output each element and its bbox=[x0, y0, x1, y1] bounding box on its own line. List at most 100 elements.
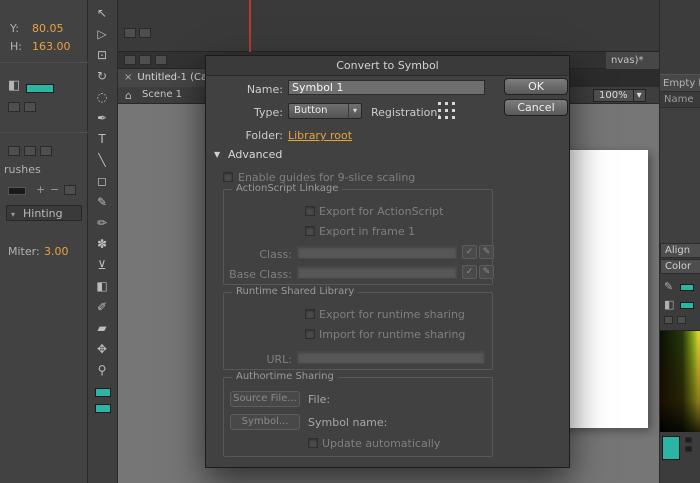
library-header: Empty libra bbox=[660, 74, 700, 92]
validate-base-class-button[interactable]: ✓ bbox=[462, 265, 477, 279]
close-icon[interactable]: × bbox=[124, 72, 132, 83]
paint-bucket-tool[interactable]: ◧ bbox=[88, 276, 116, 297]
edit-class-button[interactable]: ✎ bbox=[479, 245, 494, 259]
text-tool[interactable]: T bbox=[88, 129, 116, 150]
y-value[interactable]: 80.05 bbox=[32, 22, 64, 35]
chevron-down-icon: ▾ bbox=[11, 210, 15, 219]
zoom-tool[interactable]: ⚲ bbox=[88, 360, 116, 381]
source-file-button[interactable]: Source File... bbox=[230, 391, 300, 407]
hinting-label: Hinting bbox=[23, 207, 63, 220]
fill-color-swatch[interactable] bbox=[680, 302, 694, 309]
layer-icon[interactable] bbox=[139, 55, 151, 65]
trash-icon[interactable] bbox=[155, 55, 167, 65]
hinting-dropdown[interactable]: ▾ Hinting bbox=[6, 205, 82, 221]
divider bbox=[0, 62, 88, 63]
y-label: Y: bbox=[10, 22, 19, 35]
selection-tool[interactable]: ↖ bbox=[88, 3, 116, 24]
lasso-tool[interactable]: ◌ bbox=[88, 87, 116, 108]
add-brush-icon[interactable]: + bbox=[36, 183, 45, 196]
deco-tool[interactable]: ✽ bbox=[88, 234, 116, 255]
cancel-button[interactable]: Cancel bbox=[504, 99, 568, 116]
runtime-shared-library-title: Runtime Shared Library bbox=[232, 286, 358, 297]
update-automatically-checkbox[interactable] bbox=[308, 438, 318, 448]
advanced-toggle[interactable]: Advanced bbox=[228, 148, 282, 161]
export-runtime-sharing-label: Export for runtime sharing bbox=[319, 308, 465, 321]
bone-tool[interactable]: ⊻ bbox=[88, 255, 116, 276]
dialog-title[interactable]: Convert to Symbol bbox=[206, 56, 569, 76]
fill-bucket-icon[interactable]: ◧ bbox=[664, 298, 674, 311]
new-layer-icon[interactable] bbox=[124, 28, 136, 38]
document-tab-fragment[interactable]: nvas)* bbox=[606, 52, 659, 69]
swap-colors-icon[interactable] bbox=[677, 316, 686, 324]
stroke-color-swatch[interactable] bbox=[95, 388, 111, 397]
fill-color-swatch[interactable] bbox=[95, 404, 111, 413]
eyedropper-tool[interactable]: ✐ bbox=[88, 297, 116, 318]
import-runtime-sharing-label: Import for runtime sharing bbox=[319, 328, 465, 341]
validate-class-button[interactable]: ✓ bbox=[462, 245, 477, 259]
playhead-marker[interactable] bbox=[249, 0, 251, 52]
h-value[interactable]: 163.00 bbox=[32, 40, 71, 53]
import-runtime-sharing-checkbox[interactable] bbox=[305, 329, 315, 339]
stroke-color-swatch[interactable] bbox=[680, 284, 694, 291]
home-icon[interactable]: ⌂ bbox=[125, 89, 132, 102]
folder-icon[interactable] bbox=[124, 55, 136, 65]
application-window: Y: 80.05 H: 163.00 ◧ rushes + − ▾ Hintin… bbox=[0, 0, 700, 483]
swatch-option-icon-1[interactable] bbox=[685, 437, 692, 443]
style-option-icon-2[interactable] bbox=[24, 146, 36, 156]
tab-align-label: Align bbox=[665, 245, 690, 256]
url-field[interactable] bbox=[297, 351, 485, 364]
type-dropdown[interactable]: Button ▾ bbox=[288, 103, 362, 119]
swatch-option-icon-2[interactable] bbox=[685, 446, 692, 452]
scene-label[interactable]: Scene 1 bbox=[142, 89, 182, 100]
timeline-panel[interactable] bbox=[118, 0, 659, 52]
chevron-down-icon[interactable]: ▾ bbox=[634, 89, 646, 102]
object-drawing-icon[interactable] bbox=[8, 102, 20, 112]
rectangle-tool[interactable]: ◻ bbox=[88, 171, 116, 192]
export-in-frame1-label: Export in frame 1 bbox=[319, 225, 415, 238]
symbol-name-input[interactable] bbox=[288, 80, 485, 95]
subselection-tool[interactable]: ▷ bbox=[88, 24, 116, 45]
library-name-column[interactable]: Name bbox=[660, 92, 700, 108]
black-white-icon[interactable] bbox=[664, 316, 673, 324]
brush-tool[interactable]: ✏ bbox=[88, 213, 116, 234]
tab-align[interactable]: Align bbox=[660, 243, 700, 258]
remove-brush-icon[interactable]: − bbox=[50, 183, 59, 196]
snap-icon[interactable] bbox=[24, 102, 36, 112]
document-tab-fragment-label: nvas)* bbox=[611, 55, 644, 66]
miter-value[interactable]: 3.00 bbox=[44, 245, 69, 258]
library-list[interactable] bbox=[660, 108, 700, 243]
tab-color[interactable]: Color bbox=[660, 259, 700, 274]
advanced-triangle-icon[interactable]: ▼ bbox=[214, 150, 220, 159]
zoom-value[interactable]: 100% bbox=[593, 89, 634, 102]
registration-grid[interactable] bbox=[438, 102, 455, 119]
symbol-button[interactable]: Symbol... bbox=[230, 414, 300, 430]
base-class-field[interactable] bbox=[297, 266, 457, 279]
nine-slice-checkbox[interactable] bbox=[223, 172, 233, 182]
eraser-tool[interactable]: ▰ bbox=[88, 318, 116, 339]
export-in-frame1-checkbox[interactable] bbox=[305, 226, 315, 236]
export-runtime-sharing-checkbox[interactable] bbox=[305, 309, 315, 319]
fill-bucket-icon[interactable]: ◧ bbox=[8, 78, 20, 93]
free-transform-tool[interactable]: ⊡ bbox=[88, 45, 116, 66]
export-for-actionscript-checkbox[interactable] bbox=[305, 206, 315, 216]
brush-option-icon[interactable] bbox=[64, 185, 76, 195]
new-folder-icon[interactable] bbox=[139, 28, 151, 38]
zoom-control[interactable]: 100% ▾ bbox=[593, 89, 646, 102]
edit-base-class-button[interactable]: ✎ bbox=[479, 265, 494, 279]
line-tool[interactable]: ╲ bbox=[88, 150, 116, 171]
style-option-icon-1[interactable] bbox=[8, 146, 20, 156]
registration-label: Registration: bbox=[371, 106, 433, 119]
3d-rotation-tool[interactable]: ↻ bbox=[88, 66, 116, 87]
hand-tool[interactable]: ✥ bbox=[88, 339, 116, 360]
ok-button[interactable]: OK bbox=[504, 78, 568, 95]
class-field[interactable] bbox=[297, 246, 457, 259]
style-option-icon-3[interactable] bbox=[40, 146, 52, 156]
pen-tool[interactable]: ✒ bbox=[88, 108, 116, 129]
stroke-pencil-icon[interactable]: ✎ bbox=[664, 280, 673, 293]
pencil-tool[interactable]: ✎ bbox=[88, 192, 116, 213]
folder-link[interactable]: Library root bbox=[288, 129, 352, 142]
current-color-swatch[interactable] bbox=[662, 436, 680, 460]
fill-color-swatch[interactable] bbox=[26, 84, 54, 93]
name-label: Name: bbox=[206, 83, 283, 96]
color-spectrum[interactable] bbox=[660, 330, 700, 432]
